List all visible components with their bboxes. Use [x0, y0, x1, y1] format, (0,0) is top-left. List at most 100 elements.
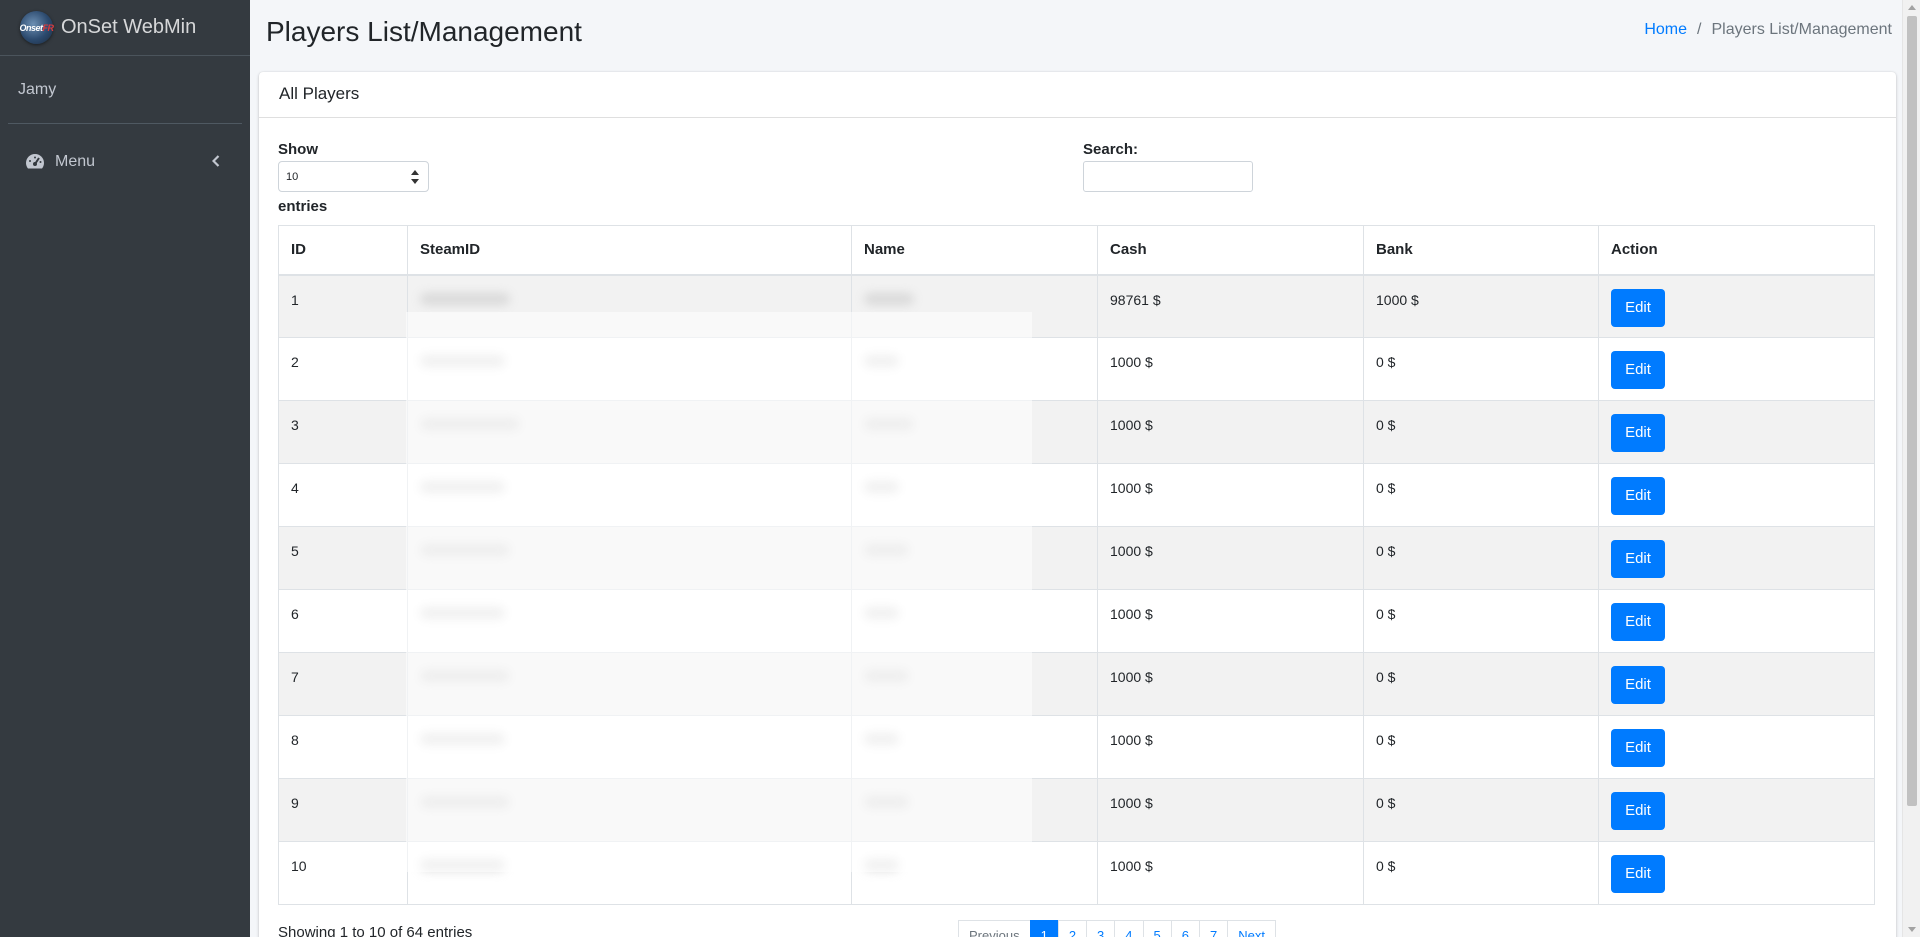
- cell-action: Edit: [1598, 778, 1875, 842]
- cell-id: 5: [278, 526, 408, 590]
- cell-bank: 0 $: [1363, 526, 1599, 590]
- cell-bank: 0 $: [1363, 463, 1599, 527]
- edit-button[interactable]: Edit: [1611, 351, 1665, 389]
- brand-logo: OnsetFR: [20, 11, 54, 44]
- cell-id: 10: [278, 841, 408, 905]
- length-control: Show 10 entries: [278, 141, 429, 215]
- pagination: Previous 1 2 3 4 5 6 7 Next: [958, 920, 1276, 937]
- cell-cash: 1000 $: [1097, 841, 1364, 905]
- column-header-bank[interactable]: Bank: [1363, 225, 1599, 276]
- cell-id: 9: [278, 778, 408, 842]
- cell-bank: 0 $: [1363, 652, 1599, 716]
- cell-id: 3: [278, 400, 408, 464]
- cell-bank: 0 $: [1363, 337, 1599, 401]
- chevron-left-icon: [212, 155, 220, 167]
- page-title: Players List/Management: [266, 16, 582, 47]
- scrollbar-thumb[interactable]: [1907, 16, 1917, 806]
- cell-cash: 1000 $: [1097, 400, 1364, 464]
- breadcrumb-home-link[interactable]: Home: [1644, 21, 1687, 39]
- page-scrollbar[interactable]: [1902, 0, 1920, 937]
- cell-action: Edit: [1598, 463, 1875, 527]
- cell-cash: 1000 $: [1097, 589, 1364, 653]
- breadcrumb-current: Players List/Management: [1711, 21, 1892, 38]
- scroll-up-arrow-icon[interactable]: [1908, 5, 1916, 10]
- cell-action: Edit: [1598, 274, 1875, 338]
- cell-cash: 1000 $: [1097, 526, 1364, 590]
- cell-action: Edit: [1598, 400, 1875, 464]
- cell-cash: 98761 $: [1097, 274, 1364, 338]
- brand-text: OnSet WebMin: [61, 16, 197, 38]
- column-header-name[interactable]: Name: [851, 225, 1098, 276]
- edit-button[interactable]: Edit: [1611, 855, 1665, 893]
- cell-cash: 1000 $: [1097, 652, 1364, 716]
- brand-link[interactable]: OnsetFR OnSet WebMin: [0, 0, 250, 56]
- cell-bank: 1000 $: [1363, 274, 1599, 338]
- cell-cash: 1000 $: [1097, 337, 1364, 401]
- players-card: All Players Show 10 entries Search: ID S…: [259, 72, 1896, 937]
- edit-button[interactable]: Edit: [1611, 666, 1665, 704]
- cell-action: Edit: [1598, 652, 1875, 716]
- card-title: All Players: [259, 72, 1896, 118]
- cell-id: 8: [278, 715, 408, 779]
- cell-id: 4: [278, 463, 408, 527]
- cell-id: 1: [278, 274, 408, 338]
- sidebar: OnsetFR OnSet WebMin Jamy Menu: [0, 0, 250, 937]
- cell-action: Edit: [1598, 526, 1875, 590]
- cell-action: Edit: [1598, 841, 1875, 905]
- table-header-row: ID SteamID Name Cash Bank Action: [278, 225, 1875, 276]
- pagination-page[interactable]: 1: [1029, 920, 1059, 937]
- column-header-id[interactable]: ID: [278, 225, 408, 276]
- pagination-page[interactable]: 4: [1114, 920, 1144, 937]
- tachometer-icon: [26, 154, 44, 169]
- table-info: Showing 1 to 10 of 64 entries: [278, 924, 473, 937]
- edit-button[interactable]: Edit: [1611, 603, 1665, 641]
- cell-bank: 0 $: [1363, 400, 1599, 464]
- cell-action: Edit: [1598, 589, 1875, 653]
- cell-bank: 0 $: [1363, 778, 1599, 842]
- edit-button[interactable]: Edit: [1611, 540, 1665, 578]
- pagination-page[interactable]: 3: [1086, 920, 1116, 937]
- edit-button[interactable]: Edit: [1611, 414, 1665, 452]
- cell-bank: 0 $: [1363, 715, 1599, 779]
- pagination-page[interactable]: 7: [1198, 920, 1229, 937]
- cell-id: 2: [278, 337, 408, 401]
- column-header-steamid[interactable]: SteamID: [407, 225, 852, 276]
- sort-arrows-icon: [411, 170, 419, 184]
- cell-cash: 1000 $: [1097, 778, 1364, 842]
- search-input[interactable]: [1083, 161, 1253, 192]
- sidebar-item-label: Menu: [55, 153, 96, 170]
- edit-button[interactable]: Edit: [1611, 477, 1665, 515]
- column-header-cash[interactable]: Cash: [1097, 225, 1364, 276]
- user-name[interactable]: Jamy: [18, 81, 56, 99]
- entries-length-value: 10: [286, 170, 299, 183]
- breadcrumb: Home / Players List/Management: [1644, 21, 1892, 39]
- cell-id: 6: [278, 589, 408, 653]
- cell-action: Edit: [1598, 337, 1875, 401]
- pagination-previous[interactable]: Previous: [958, 920, 1031, 937]
- cell-bank: 0 $: [1363, 589, 1599, 653]
- pagination-page[interactable]: 5: [1142, 920, 1172, 937]
- entries-label: entries: [278, 198, 328, 215]
- edit-button[interactable]: Edit: [1611, 288, 1665, 327]
- search-control: Search:: [1083, 141, 1253, 192]
- cell-bank: 0 $: [1363, 841, 1599, 905]
- content-wrapper: Players List/Management Home / Players L…: [250, 0, 1902, 937]
- user-panel[interactable]: Jamy: [8, 56, 242, 124]
- redaction-overlay: [406, 312, 1032, 872]
- breadcrumb-separator: /: [1697, 21, 1702, 38]
- scroll-down-arrow-icon[interactable]: [1908, 927, 1916, 932]
- entries-length-select[interactable]: 10: [278, 161, 429, 192]
- pagination-page[interactable]: 2: [1057, 920, 1088, 937]
- cell-id: 7: [278, 652, 408, 716]
- show-label: Show: [278, 141, 318, 158]
- search-label: Search:: [1083, 141, 1139, 158]
- edit-button[interactable]: Edit: [1611, 729, 1665, 767]
- pagination-next[interactable]: Next: [1227, 920, 1276, 937]
- sidebar-item-menu[interactable]: Menu: [8, 142, 242, 182]
- cell-action: Edit: [1598, 715, 1875, 779]
- cell-cash: 1000 $: [1097, 715, 1364, 779]
- column-header-action[interactable]: Action: [1598, 225, 1875, 276]
- pagination-page[interactable]: 6: [1170, 920, 1200, 937]
- cell-cash: 1000 $: [1097, 463, 1364, 527]
- edit-button[interactable]: Edit: [1611, 792, 1665, 830]
